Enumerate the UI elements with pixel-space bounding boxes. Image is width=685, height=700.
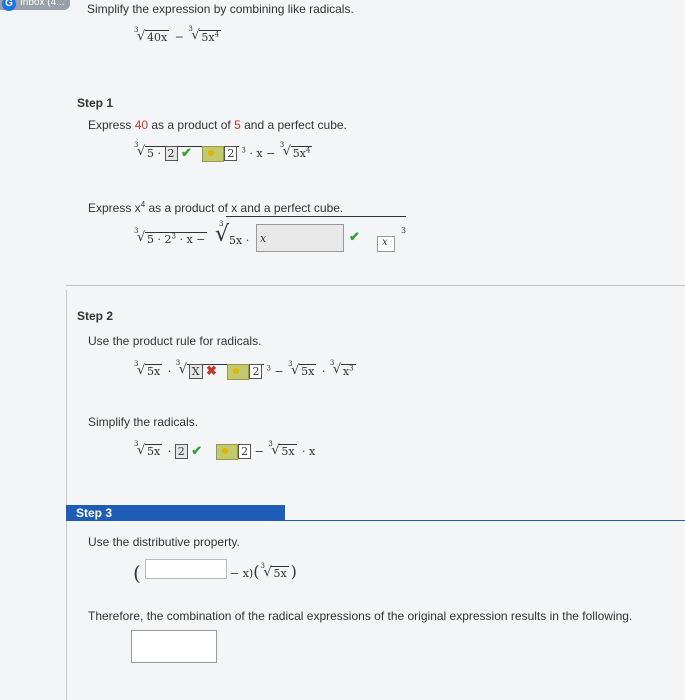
content-left-border — [66, 290, 67, 700]
step2-instruction-2: Simplify the radicals. — [88, 415, 199, 429]
minus-sign: − — [174, 30, 184, 44]
step1-row1: 3 √ 5 · 2 ✔ 23 · x − 3 √ 5x4 — [134, 141, 313, 162]
step1-answer-box-1[interactable]: 2 — [164, 146, 178, 161]
step1-small-box[interactable]: x — [377, 236, 395, 252]
step1-heading: Step 1 — [77, 96, 114, 110]
check-icon: ✔ — [349, 229, 360, 244]
step3-header-bar: Step 3 — [66, 505, 285, 521]
step1-row2-exp: 3 — [401, 226, 407, 235]
problem-term2-exp: 4 — [214, 30, 220, 38]
step2-answer-box[interactable]: X — [188, 364, 203, 379]
therefore-text: Therefore, the combination of the radica… — [88, 609, 633, 623]
step2-heading: Step 2 — [77, 309, 114, 323]
step3-answer-input[interactable] — [145, 559, 227, 579]
problem-term2: 5x — [201, 30, 215, 44]
final-answer-input[interactable] — [131, 630, 217, 663]
problem-prompt: Simplify the expression by combining lik… — [87, 2, 354, 16]
problem-expression: 3 √ 40x − 3 √ 5x4 — [134, 25, 222, 44]
step3-instruction: Use the distributive property. — [88, 535, 240, 549]
step2-row2: 3 √ 5x · 2 ✔ 2 − 3 √ 5x · x — [134, 440, 316, 460]
step3-underline — [285, 520, 685, 521]
step1-key-box[interactable]: 2 — [224, 146, 238, 161]
key-icon[interactable] — [216, 444, 239, 460]
step1-instruction-2: Express x4 as a product of x and a perfe… — [88, 200, 344, 215]
check-icon: ✔ — [181, 146, 192, 161]
incorrect-x-icon: ✖ — [206, 364, 217, 379]
step2-instruction-1: Use the product rule for radicals. — [88, 334, 262, 348]
step1-row2: 3 √ 5 · 23 · x − — [134, 227, 208, 246]
step1-answer-input[interactable]: x — [256, 224, 344, 252]
step1-instruction-1: Express 40 as a product of 5 and a perfe… — [88, 118, 347, 132]
browser-tab[interactable]: G Inbox (4... — [0, 0, 70, 11]
step3-heading: Step 3 — [76, 506, 113, 520]
key-icon[interactable] — [227, 364, 250, 380]
step3-row-tail: − x)(3 √ 5x) — [230, 562, 297, 581]
radical-vinculum — [226, 216, 406, 217]
divider — [66, 285, 685, 286]
step2-row2-box[interactable]: 2 — [174, 444, 188, 459]
tab-label: Inbox (4... — [20, 0, 65, 8]
problem-term1: 40x — [145, 29, 170, 44]
step1-row2-b: 5x · — [229, 234, 250, 247]
step2-row1: 3 √ 5x · 3 √ X ✖ 23 − 3 √ 5x · 3 √ x3 — [134, 359, 356, 380]
step2-key-box[interactable]: 2 — [249, 364, 263, 379]
gmail-icon: G — [2, 0, 16, 11]
check-icon: ✔ — [191, 444, 203, 459]
step2-row2-key-box[interactable]: 2 — [238, 444, 252, 459]
key-icon[interactable] — [202, 146, 225, 162]
open-paren: ( — [133, 561, 141, 585]
